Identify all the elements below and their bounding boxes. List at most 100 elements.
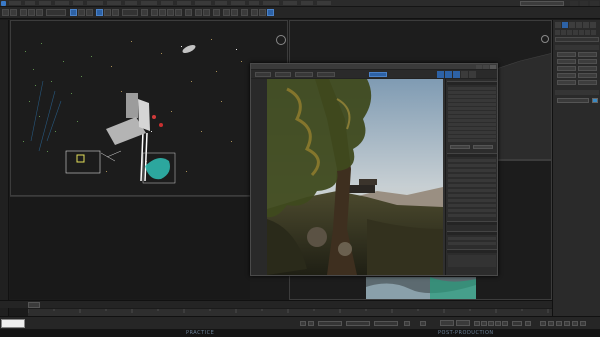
menu-item[interactable] <box>73 1 83 5</box>
zoom-icon[interactable] <box>540 321 546 326</box>
object-type-header[interactable] <box>555 45 599 50</box>
settings-row[interactable] <box>448 159 496 162</box>
settings-row[interactable] <box>448 115 496 118</box>
menu-item[interactable] <box>9 1 21 5</box>
close-button[interactable] <box>590 1 599 6</box>
auto-key-button[interactable] <box>440 320 454 326</box>
settings-row[interactable] <box>448 107 496 110</box>
object-type-button[interactable] <box>557 80 576 85</box>
select-object-icon[interactable] <box>70 9 77 16</box>
category-dropdown[interactable] <box>555 37 599 42</box>
named-selection-icon[interactable] <box>185 9 192 16</box>
close-button[interactable] <box>490 65 496 69</box>
region-select-icon[interactable] <box>86 9 93 16</box>
lights-icon[interactable] <box>567 30 572 35</box>
menu-item[interactable] <box>141 1 157 5</box>
area-to-render-dropdown[interactable] <box>255 72 271 77</box>
settings-row[interactable] <box>448 199 496 202</box>
maximize-viewport-icon[interactable] <box>580 321 586 326</box>
x-coordinate-field[interactable] <box>318 321 342 326</box>
menu-item[interactable] <box>39 1 51 5</box>
settings-row[interactable] <box>448 189 496 192</box>
time-configuration-icon[interactable] <box>525 321 531 326</box>
clear-icon[interactable] <box>469 71 476 78</box>
settings-section-header[interactable] <box>447 81 497 85</box>
spinner-snap-icon[interactable] <box>175 9 182 16</box>
render-production-icon[interactable] <box>267 9 274 16</box>
motion-tab-icon[interactable] <box>576 22 582 28</box>
align-icon[interactable] <box>203 9 210 16</box>
modify-tab-icon[interactable] <box>562 22 568 28</box>
display-tab-icon[interactable] <box>583 22 589 28</box>
systems-icon[interactable] <box>591 30 596 35</box>
viewcube-icon[interactable] <box>276 35 286 45</box>
renderer-dropdown[interactable] <box>317 72 335 77</box>
pan-view-icon[interactable] <box>556 321 562 326</box>
settings-row[interactable] <box>448 139 496 142</box>
app-logo-icon[interactable] <box>1 1 6 6</box>
object-name-field[interactable] <box>557 98 589 103</box>
object-type-button[interactable] <box>578 59 597 64</box>
field-of-view-icon[interactable] <box>572 321 578 326</box>
menu-item[interactable] <box>107 1 121 5</box>
previous-frame-icon[interactable] <box>481 321 487 326</box>
print-image-icon[interactable] <box>461 71 468 78</box>
settings-row[interactable] <box>448 242 496 245</box>
angle-snap-icon[interactable] <box>159 9 166 16</box>
maximize-button[interactable] <box>483 65 489 69</box>
percent-snap-icon[interactable] <box>167 9 174 16</box>
settings-row[interactable] <box>448 237 496 240</box>
maxscript-listener-field[interactable] <box>1 319 25 328</box>
utilities-tab-icon[interactable] <box>590 22 596 28</box>
menu-item[interactable] <box>177 1 191 5</box>
menu-item[interactable] <box>55 1 69 5</box>
selection-filter-dropdown[interactable] <box>46 9 66 16</box>
sign-in-field[interactable] <box>520 1 564 6</box>
helpers-icon[interactable] <box>579 30 584 35</box>
next-frame-icon[interactable] <box>495 321 501 326</box>
undo-icon[interactable] <box>2 9 9 16</box>
object-type-button[interactable] <box>557 59 576 64</box>
menu-item[interactable] <box>125 1 137 5</box>
menu-item[interactable] <box>283 1 297 5</box>
save-image-icon[interactable] <box>437 71 444 78</box>
play-icon[interactable] <box>488 321 494 326</box>
redo-icon[interactable] <box>10 9 17 16</box>
go-to-end-icon[interactable] <box>502 321 508 326</box>
space-warps-icon[interactable] <box>585 30 590 35</box>
settings-row[interactable] <box>448 164 496 167</box>
orbit-icon[interactable] <box>564 321 570 326</box>
move-icon[interactable] <box>96 9 103 16</box>
grid-icon[interactable] <box>404 321 410 326</box>
rendered-frame-window-icon[interactable] <box>259 9 266 16</box>
settings-row[interactable] <box>448 127 496 130</box>
time-slider[interactable] <box>0 300 552 308</box>
clone-window-icon[interactable] <box>453 71 460 78</box>
menu-item[interactable] <box>263 1 279 5</box>
minimize-button[interactable] <box>570 1 578 6</box>
render-button[interactable] <box>369 72 387 77</box>
settings-row[interactable] <box>448 119 496 122</box>
curve-editor-icon[interactable] <box>223 9 230 16</box>
settings-row[interactable] <box>448 135 496 138</box>
settings-section-header[interactable] <box>447 153 497 157</box>
z-coordinate-field[interactable] <box>374 321 398 326</box>
settings-row[interactable] <box>448 103 496 106</box>
unlink-icon[interactable] <box>28 9 35 16</box>
minimize-button[interactable] <box>476 65 482 69</box>
object-type-button[interactable] <box>578 52 597 57</box>
settings-row[interactable] <box>448 131 496 134</box>
menu-item[interactable] <box>215 1 227 5</box>
object-type-button[interactable] <box>557 52 576 57</box>
menu-item[interactable] <box>87 1 103 5</box>
rotate-icon[interactable] <box>104 9 111 16</box>
settings-row[interactable] <box>448 184 496 187</box>
pivot-icon[interactable] <box>141 9 148 16</box>
go-to-start-icon[interactable] <box>474 321 480 326</box>
add-time-tag-icon[interactable] <box>420 321 426 326</box>
isolate-selection-icon[interactable] <box>300 321 306 326</box>
object-type-button[interactable] <box>557 66 576 71</box>
render-setup-icon[interactable] <box>251 9 258 16</box>
settings-section-header[interactable] <box>447 221 497 225</box>
settings-row[interactable] <box>448 214 496 217</box>
